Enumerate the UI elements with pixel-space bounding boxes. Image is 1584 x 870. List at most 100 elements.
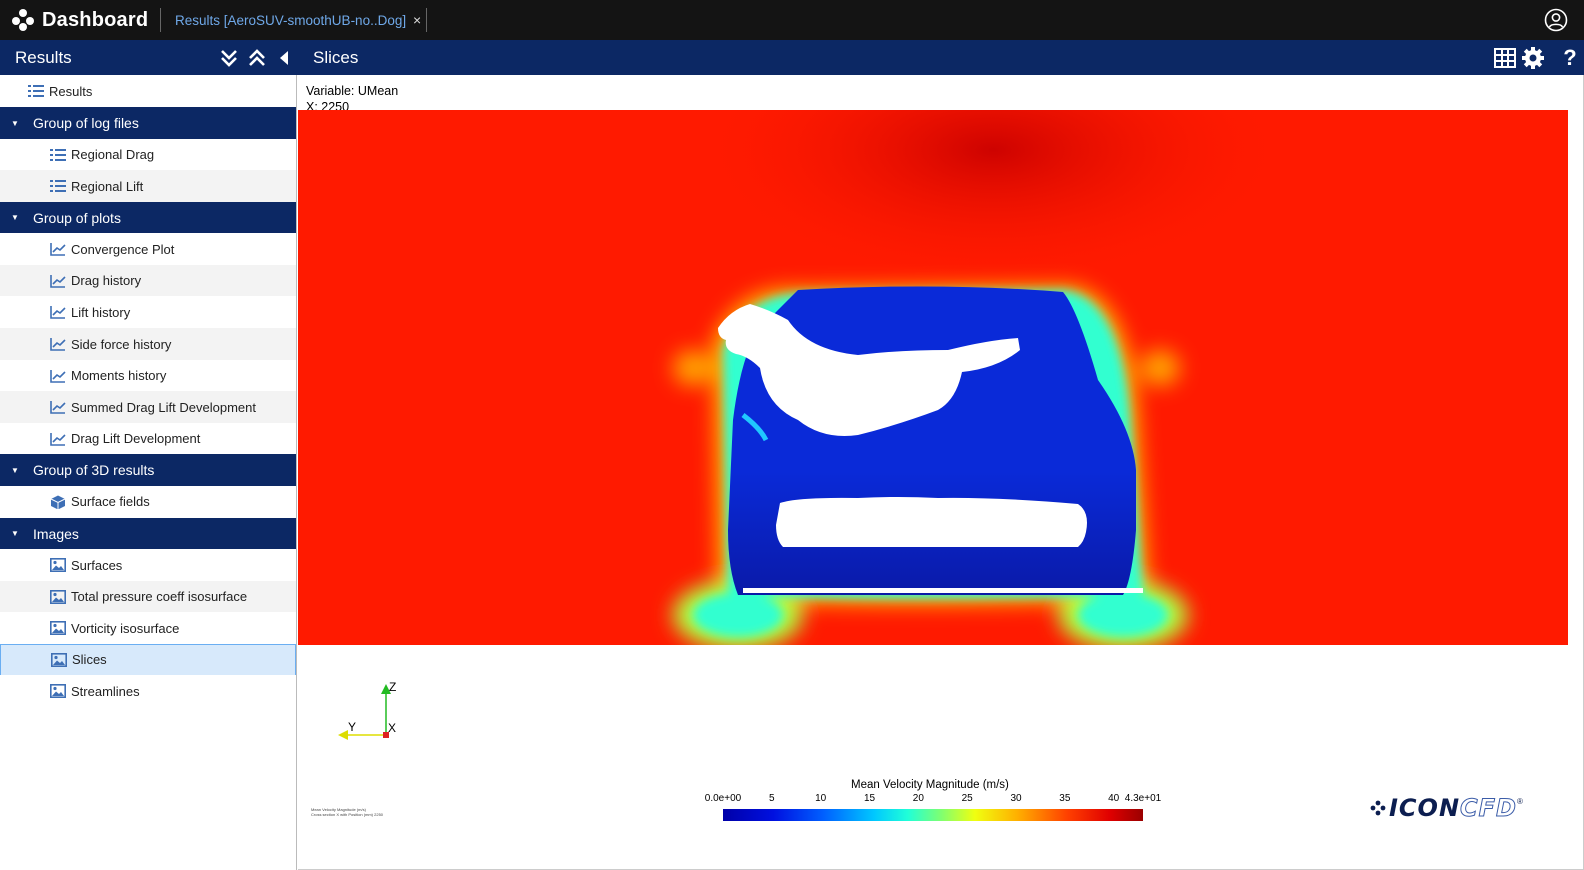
colorbar-ticks: 0.0e+00 5 10 15 20 25 30 35 40 4.3e+01 xyxy=(703,793,1163,805)
sidebar-item-label: Drag Lift Development xyxy=(71,431,201,447)
sidebar-item-lift-history[interactable]: Lift history xyxy=(0,296,296,329)
sidebar-item-surface-fields[interactable]: Surface fields xyxy=(0,485,296,518)
sidebar-item-moments-history[interactable]: Moments history xyxy=(0,359,296,392)
rear-window-cutout xyxy=(776,497,1087,547)
axis-z-label: Z xyxy=(389,680,396,694)
colorbar-tick-label: 25 xyxy=(961,793,973,804)
sidebar-group-label: Group of 3D results xyxy=(33,462,155,479)
icon-cfd-logo: ICON CFD ® xyxy=(1370,793,1523,823)
sidebar-item-label: Summed Drag Lift Development xyxy=(71,399,256,415)
sidebar-root-results[interactable]: Results xyxy=(0,75,296,107)
collapse-all-icon[interactable] xyxy=(245,46,269,70)
sidebar-item-label: Drag history xyxy=(71,273,142,289)
user-account-icon[interactable] xyxy=(1544,8,1568,32)
sidebar-item-label: Vorticity isosurface xyxy=(71,620,180,636)
sidebar-item-label: Results xyxy=(49,83,93,99)
logo-mark-icon xyxy=(1370,800,1386,816)
colorbar-tick-label: 35 xyxy=(1059,793,1071,804)
sidebar-item-label: Surface fields xyxy=(71,494,150,510)
image-icon xyxy=(50,558,66,572)
sidebar-group-group-of-log-files[interactable]: ▼ Group of log files xyxy=(0,107,296,139)
brand[interactable]: Dashboard xyxy=(12,0,148,40)
logo-text-cfd: CFD xyxy=(1460,794,1517,823)
sidebar-item-drag-lift-development[interactable]: Drag Lift Development xyxy=(0,422,296,455)
sidebar-item-label: Convergence Plot xyxy=(71,241,175,257)
sidebar-item-vorticity-isosurface[interactable]: Vorticity isosurface xyxy=(0,612,296,645)
list-icon xyxy=(50,180,66,193)
sidebar-item-label: Slices xyxy=(72,652,107,668)
caret-down-icon: ▼ xyxy=(11,465,19,475)
help-icon[interactable]: ? xyxy=(1558,45,1582,70)
figure-note: Mean Velocity Magnitude (m/s) Cross sect… xyxy=(311,807,383,817)
image-icon xyxy=(50,589,66,604)
sidebar-item-label: Streamlines xyxy=(71,683,140,699)
gear-icon[interactable] xyxy=(1521,46,1545,70)
sidebar-item-surfaces[interactable]: Surfaces xyxy=(0,549,296,581)
axis-y-label: Y xyxy=(348,720,356,734)
logo-registered: ® xyxy=(1516,797,1523,806)
chart-icon xyxy=(50,306,66,320)
dashboard-logo-icon xyxy=(12,9,34,31)
sidebar-item-slices[interactable]: Slices xyxy=(0,643,296,676)
sidebar-group-group-of-3d-results[interactable]: ▼ Group of 3D results xyxy=(0,454,296,487)
sidebar-item-drag-history[interactable]: Drag history xyxy=(0,264,296,297)
sidebar-item-total-pressure-coeff-isosurface[interactable]: Total pressure coeff isosurface xyxy=(0,580,296,613)
sidebar-group-label: Group of log files xyxy=(33,115,139,131)
figure-note-line: Cross section X with Position (mm) 2250 xyxy=(311,812,384,817)
table-icon[interactable] xyxy=(1493,46,1517,70)
sidebar-item-summed-drag-lift-development[interactable]: Summed Drag Lift Development xyxy=(0,391,296,424)
velocity-slice-image[interactable] xyxy=(298,110,1568,645)
colorbar-tick-label: 20 xyxy=(912,793,924,804)
chart-icon xyxy=(50,401,66,414)
logo-text-icon: ICON xyxy=(1389,794,1461,822)
cube-icon xyxy=(50,495,66,509)
collapse-sidebar-icon[interactable] xyxy=(272,46,296,70)
sidebar: Results ▼ Group of log files Regional Drag… xyxy=(0,75,297,870)
sidebar-group-images[interactable]: ▼ Images xyxy=(0,517,296,550)
variable-name: Variable: UMean xyxy=(306,84,399,98)
sidebar-item-label: Side force history xyxy=(71,336,172,352)
image-icon xyxy=(50,621,66,636)
tab-close-icon[interactable]: × xyxy=(413,0,421,40)
chart-icon xyxy=(50,243,66,256)
sidebar-item-label: Surfaces xyxy=(71,557,123,573)
sidebar-group-label: Group of plots xyxy=(33,209,121,226)
sidebar-item-regional-lift[interactable]: Regional Lift xyxy=(0,170,296,203)
orientation-axes: Z Y X xyxy=(338,680,396,740)
image-icon xyxy=(51,652,67,667)
sidebar-group-group-of-plots[interactable]: ▼ Group of plots xyxy=(0,201,296,234)
list-icon xyxy=(50,148,66,161)
sidebar-item-label: Lift history xyxy=(71,304,131,320)
caret-down-icon: ▼ xyxy=(11,529,19,538)
sidebar-item-label: Total pressure coeff isosurface xyxy=(71,589,248,605)
colorbar-tick-label: 4.3e+01 xyxy=(1124,793,1162,804)
divider xyxy=(160,8,161,32)
page-title: Slices xyxy=(313,47,359,67)
chart-icon xyxy=(50,369,66,383)
sidebar-item-streamlines[interactable]: Streamlines xyxy=(0,675,296,708)
sidebar-item-convergence-plot[interactable]: Convergence Plot xyxy=(0,233,296,266)
colorbar-tick-label: 0.0e+00 xyxy=(704,793,742,804)
colorbar-title: Mean Velocity Magnitude (m/s) xyxy=(851,779,1009,791)
results-viewer: Variable: UMean X: 2250 Z Y X Mean Veloc… xyxy=(298,75,1584,870)
chart-icon xyxy=(50,338,66,351)
divider xyxy=(426,8,427,32)
header-bar: Results Slices ? xyxy=(0,40,1584,75)
colorbar-tick-label: 10 xyxy=(815,793,827,804)
ground-contact xyxy=(743,588,1143,593)
sidebar-item-regional-drag[interactable]: Regional Drag xyxy=(0,138,296,171)
sidebar-item-label: Regional Lift xyxy=(71,178,144,194)
panel-title: Results xyxy=(15,47,72,67)
colorbar-tick-label: 30 xyxy=(1010,793,1022,804)
app-title: Dashboard xyxy=(42,8,149,31)
chart-icon xyxy=(50,432,66,446)
sidebar-group-label: Images xyxy=(33,525,79,542)
expand-all-icon[interactable] xyxy=(217,46,241,70)
axis-x-label: X xyxy=(388,721,396,735)
caret-down-icon: ▼ xyxy=(11,213,19,223)
tab-results[interactable]: Results [AeroSUV-smoothUB-no..Dog] xyxy=(175,0,406,40)
list-icon xyxy=(28,85,44,97)
colorbar-tick-label: 5 xyxy=(769,793,775,804)
colorbar xyxy=(723,809,1143,821)
sidebar-item-side-force-history[interactable]: Side force history xyxy=(0,328,296,360)
